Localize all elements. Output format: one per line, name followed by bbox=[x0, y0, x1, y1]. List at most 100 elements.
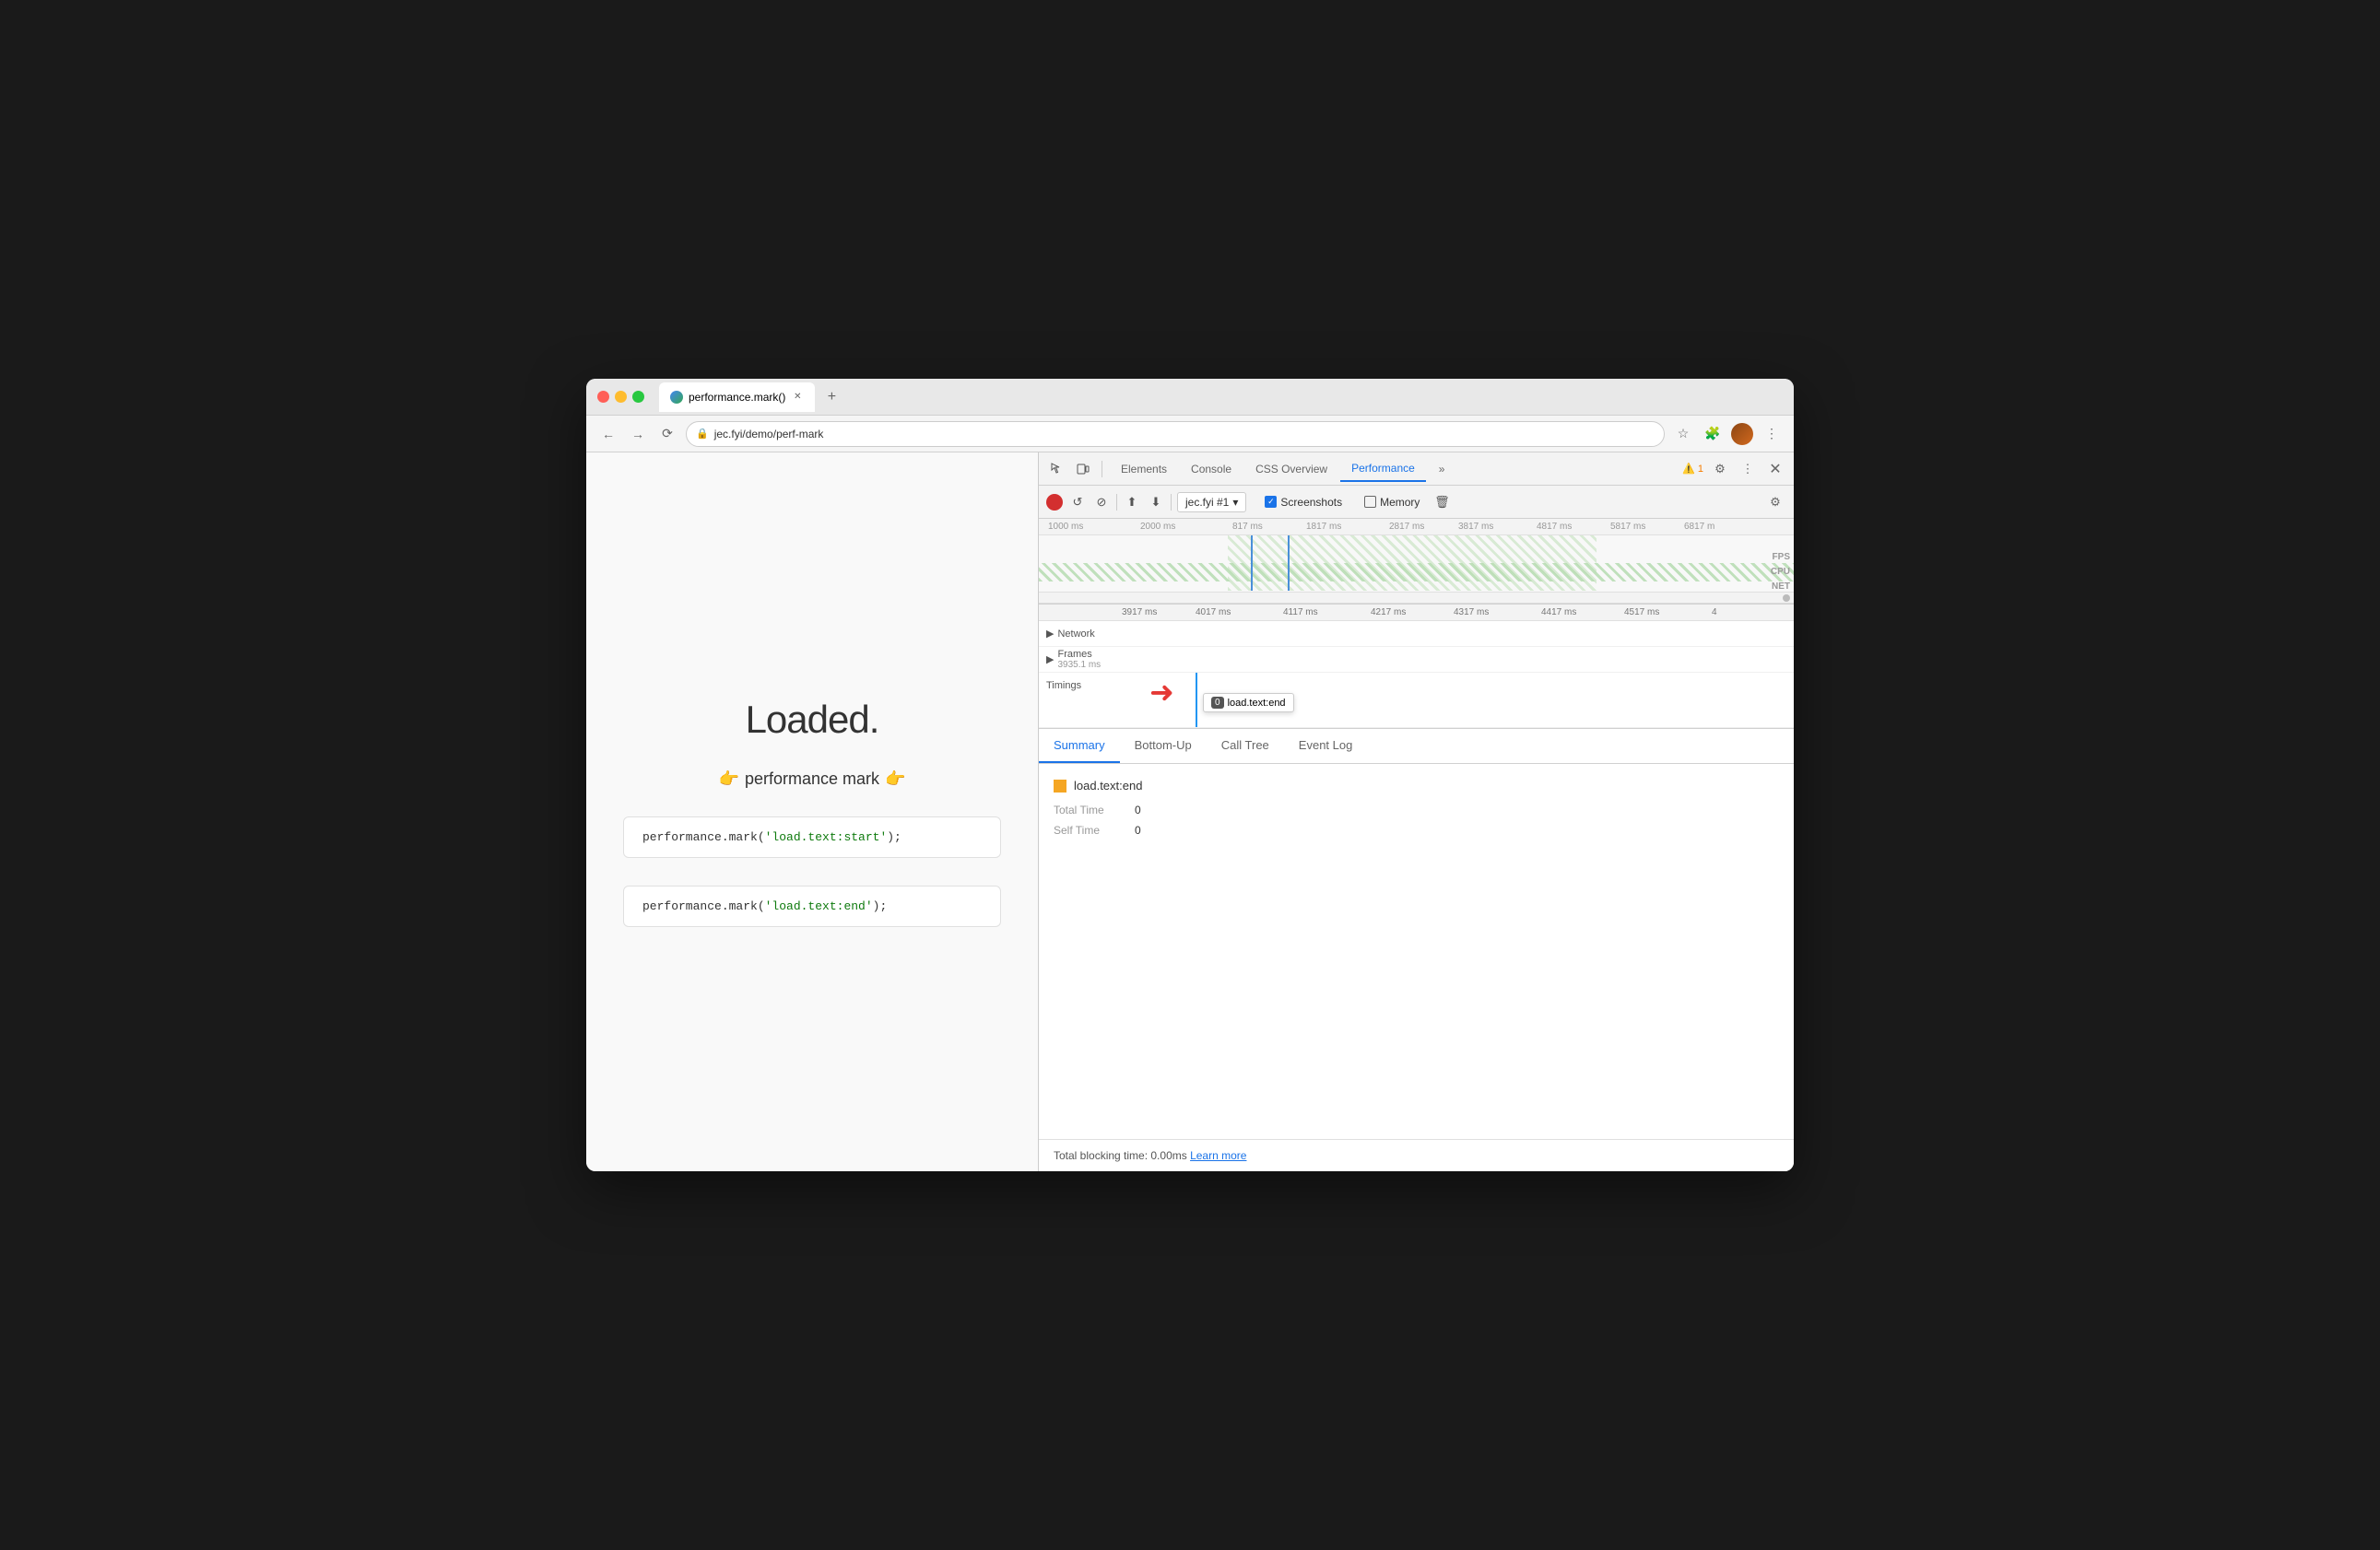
timing-tooltip: 0 load.text:end bbox=[1203, 693, 1294, 712]
record-button[interactable] bbox=[1046, 494, 1063, 511]
device-toolbar-button[interactable] bbox=[1072, 458, 1094, 480]
frames-label-area[interactable]: ▶ Frames 3935.1 ms bbox=[1039, 649, 1122, 670]
performance-tab[interactable]: Performance bbox=[1340, 456, 1426, 482]
webpage-area: Loaded. 👉 performance mark 👉 performance… bbox=[586, 452, 1038, 1171]
self-time-label: Self Time bbox=[1054, 824, 1127, 837]
detail-tick-4217: 4217 ms bbox=[1371, 607, 1406, 617]
event-log-tab[interactable]: Event Log bbox=[1284, 729, 1368, 763]
code-block-2: performance.mark('load.text:end'); bbox=[623, 886, 1001, 927]
warning-icon: ⚠️ bbox=[1682, 463, 1695, 475]
screenshots-toggle[interactable]: ✓ Screenshots bbox=[1265, 496, 1342, 509]
bookmark-button[interactable]: ☆ bbox=[1672, 423, 1694, 445]
code1-string: 'load.text:start' bbox=[765, 830, 888, 844]
screenshots-label: Screenshots bbox=[1280, 496, 1342, 509]
summary-content: load.text:end Total Time 0 Self Time 0 bbox=[1039, 764, 1794, 859]
scrollbar-thumb bbox=[1783, 594, 1790, 602]
frames-value-text: 3935.1 ms bbox=[1057, 660, 1101, 670]
settings-button[interactable]: ⚙ bbox=[1709, 458, 1731, 480]
css-overview-tab[interactable]: CSS Overview bbox=[1244, 457, 1338, 481]
session-label: jec.fyi #1 bbox=[1185, 496, 1229, 509]
loaded-heading: Loaded. bbox=[746, 698, 879, 742]
total-time-value: 0 bbox=[1135, 804, 1141, 816]
session-selector[interactable]: jec.fyi #1 ▾ bbox=[1177, 492, 1246, 512]
reload-record-button[interactable]: ↺ bbox=[1068, 493, 1087, 511]
active-tab[interactable]: performance.mark() ✕ bbox=[659, 382, 815, 412]
new-tab-button[interactable]: + bbox=[819, 384, 844, 410]
url-text: jec.fyi/demo/perf-mark bbox=[714, 428, 824, 440]
browser-window: performance.mark() ✕ + ← → ⟳ 🔒 jec.fyi/d… bbox=[586, 379, 1794, 1171]
blocking-time-text: Total blocking time: 0.00ms bbox=[1054, 1149, 1187, 1162]
screenshots-checkbox[interactable]: ✓ bbox=[1265, 496, 1277, 508]
forward-button[interactable]: → bbox=[627, 423, 649, 445]
close-devtools-button[interactable]: ✕ bbox=[1764, 458, 1786, 480]
frames-expand-icon: ▶ bbox=[1046, 653, 1054, 665]
frames-content bbox=[1122, 647, 1794, 672]
total-blocking-bar: Total blocking time: 0.00ms Learn more bbox=[1039, 1139, 1794, 1171]
inspect-element-button[interactable] bbox=[1046, 458, 1068, 480]
upload-button[interactable]: ⬆ bbox=[1123, 493, 1141, 511]
ruler-tick-2000: 2000 ms bbox=[1140, 522, 1175, 532]
nav-actions: ☆ 🧩 ⋮ bbox=[1672, 423, 1783, 445]
clear-button[interactable]: ⊘ bbox=[1092, 493, 1111, 511]
perf-settings-button[interactable]: ⚙ bbox=[1764, 491, 1786, 513]
code2-string: 'load.text:end' bbox=[765, 899, 873, 913]
total-time-label: Total Time bbox=[1054, 804, 1127, 816]
close-traffic-light[interactable] bbox=[597, 391, 609, 403]
main-content: Loaded. 👉 performance mark 👉 performance… bbox=[586, 452, 1794, 1171]
ruler-tick-1000: 1000 ms bbox=[1048, 522, 1083, 532]
console-tab[interactable]: Console bbox=[1180, 457, 1243, 481]
download-button[interactable]: ⬇ bbox=[1147, 493, 1165, 511]
delete-profile-button[interactable]: 🗑 bbox=[1432, 493, 1451, 511]
summary-tab[interactable]: Summary bbox=[1039, 729, 1120, 763]
self-time-value: 0 bbox=[1135, 824, 1141, 837]
network-expand-icon: ▶ bbox=[1046, 628, 1054, 640]
maximize-traffic-light[interactable] bbox=[632, 391, 644, 403]
nav-bar: ← → ⟳ 🔒 jec.fyi/demo/perf-mark ☆ 🧩 ⋮ bbox=[586, 416, 1794, 452]
frames-row: ▶ Frames 3935.1 ms bbox=[1039, 647, 1794, 673]
selection-marker bbox=[1251, 535, 1253, 591]
perf-mark-label: performance mark bbox=[745, 769, 879, 789]
session-dropdown-arrow: ▾ bbox=[1232, 496, 1238, 509]
extension-button[interactable]: 🧩 bbox=[1702, 423, 1724, 445]
elements-tab[interactable]: Elements bbox=[1110, 457, 1178, 481]
summary-tabs: Summary Bottom-Up Call Tree Event Log bbox=[1039, 729, 1794, 764]
bottom-up-tab[interactable]: Bottom-Up bbox=[1120, 729, 1207, 763]
reload-button[interactable]: ⟳ bbox=[656, 423, 678, 445]
tab-bar: performance.mark() ✕ + bbox=[659, 382, 844, 412]
ruler-tick-5817: 5817 ms bbox=[1610, 522, 1645, 532]
fps-label: FPS bbox=[1773, 552, 1794, 562]
user-avatar[interactable] bbox=[1731, 423, 1753, 445]
more-panels-button[interactable]: » bbox=[1428, 457, 1456, 481]
self-time-row: Self Time 0 bbox=[1054, 824, 1779, 837]
devtools-panel: Elements Console CSS Overview Performanc… bbox=[1038, 452, 1794, 1171]
tab-close-button[interactable]: ✕ bbox=[791, 391, 804, 404]
memory-checkbox[interactable] bbox=[1364, 496, 1376, 508]
devtools-toolbar-right: ⚠️ 1 ⚙ ⋮ ✕ bbox=[1682, 458, 1786, 480]
lock-icon: 🔒 bbox=[696, 428, 709, 440]
code2-prefix: performance.mark( bbox=[642, 899, 765, 913]
devtools-toolbar: Elements Console CSS Overview Performanc… bbox=[1039, 452, 1794, 486]
learn-more-link[interactable]: Learn more bbox=[1190, 1149, 1246, 1162]
back-button[interactable]: ← bbox=[597, 423, 619, 445]
timeline-detail: 3917 ms 4017 ms 4117 ms 4217 ms 4317 ms … bbox=[1039, 605, 1794, 729]
menu-button[interactable]: ⋮ bbox=[1761, 423, 1783, 445]
minimize-traffic-light[interactable] bbox=[615, 391, 627, 403]
title-bar: performance.mark() ✕ + bbox=[586, 379, 1794, 416]
overview-ruler: 1000 ms 2000 ms 817 ms 1817 ms 2817 ms 3… bbox=[1039, 519, 1794, 535]
memory-toggle[interactable]: Memory bbox=[1364, 496, 1420, 509]
detail-tick-4017: 4017 ms bbox=[1196, 607, 1231, 617]
address-bar[interactable]: 🔒 jec.fyi/demo/perf-mark bbox=[686, 421, 1665, 447]
total-time-row: Total Time 0 bbox=[1054, 804, 1779, 816]
timeline-scrollbar[interactable] bbox=[1039, 593, 1794, 604]
code1-prefix: performance.mark( bbox=[642, 830, 765, 844]
network-label[interactable]: ▶ Network bbox=[1039, 628, 1122, 640]
detail-tick-4417: 4417 ms bbox=[1541, 607, 1576, 617]
toolbar-divider-2 bbox=[1171, 494, 1172, 511]
call-tree-tab[interactable]: Call Tree bbox=[1207, 729, 1284, 763]
more-options-button[interactable]: ⋮ bbox=[1737, 458, 1759, 480]
detail-tick-4117: 4117 ms bbox=[1283, 607, 1318, 617]
selection-area bbox=[1228, 535, 1596, 591]
detail-tick-4517: 4517 ms bbox=[1624, 607, 1659, 617]
detail-tick-3917: 3917 ms bbox=[1122, 607, 1157, 617]
warning-count: 1 bbox=[1698, 464, 1703, 475]
